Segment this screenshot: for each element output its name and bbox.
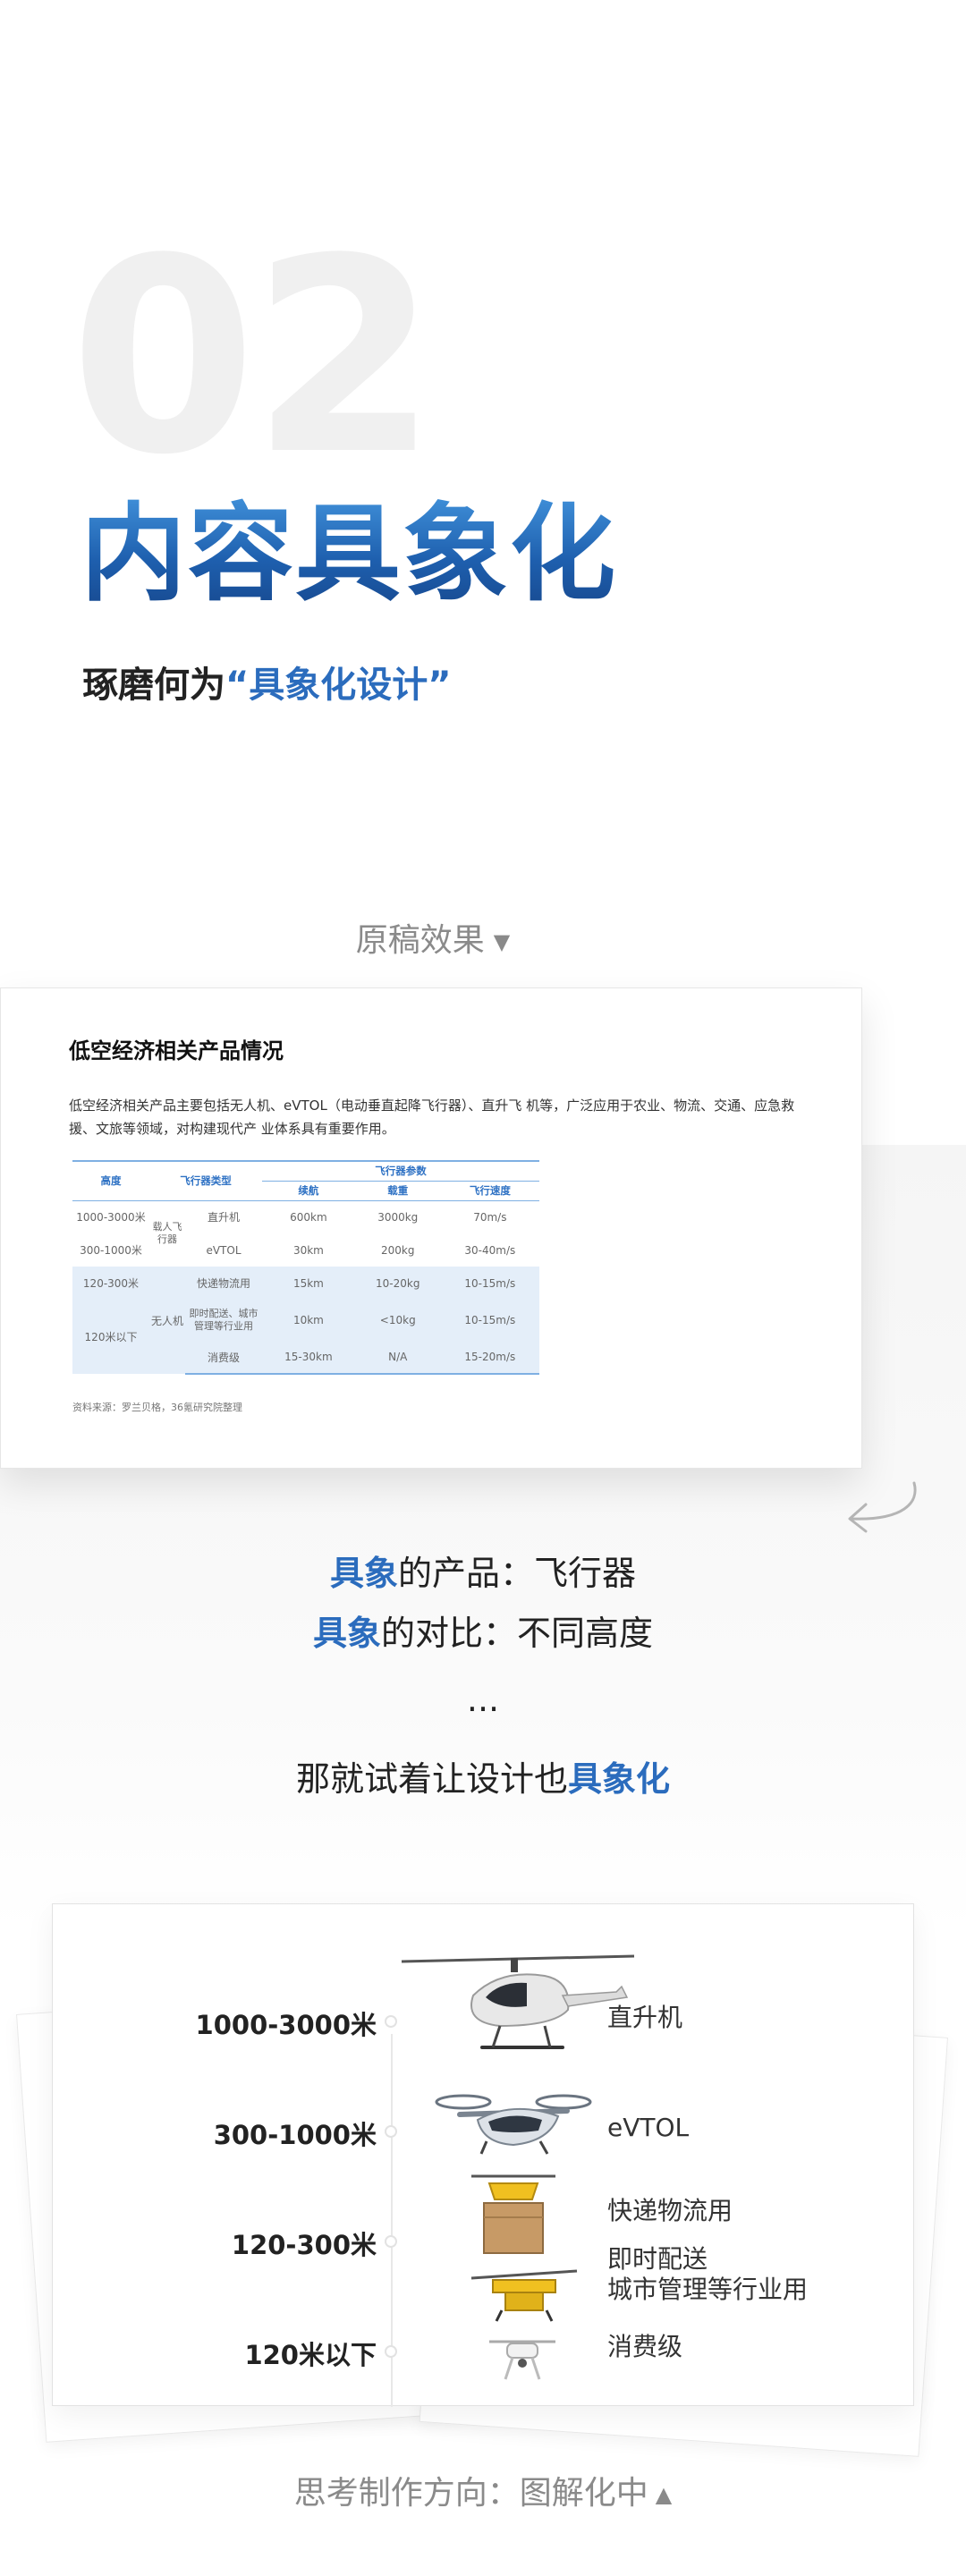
table-row: 300-1000米 eVTOL 30km 200kg 30-40m/s [80,1243,516,1258]
th-speed: 飞行速度 [440,1181,539,1201]
triangle-up-icon: ▲ [655,2482,673,2507]
logistics-drone-icon [471,2174,555,2254]
table-row: 1000-3000米 载人飞行器 直升机 600km 3000kg 70m/s [72,1200,539,1246]
category-delivery: 即时配送 城市管理等行业用 [607,2244,809,2304]
table-row: 120米以下 即时配送、城市管理等行业用 10km <10kg 10-15m/s [72,1300,539,1374]
triangle-down-icon: ▼ [493,929,511,954]
axis-dot [385,2345,397,2358]
middle-line-3: 那就试着让设计也具象化 [295,1759,671,1799]
axis-dot [385,2235,397,2248]
middle-line-1: 具象的产品：飞行器 [329,1554,637,1593]
category-helicopter: 直升机 [607,2003,683,2032]
table-row: 120-300米 无人机 快递物流用 15km 10-20kg 10-15m/s [72,1267,539,1374]
axis-dot [385,2125,397,2138]
middle-line-2: 具象的对比：不同高度 [312,1614,654,1653]
subtitle: 琢磨何为“具象化设计” [82,656,452,708]
consumer-drone-icon [489,2340,555,2380]
category-evtol: eVTOL [607,2113,690,2142]
altitude-label: 120米以下 [244,2340,377,2370]
helicopter-icon [401,1954,635,2049]
card-description: 低空经济相关产品主要包括无人机、eVTOL（电动垂直起降飞行器）、直升飞 机等，… [69,1097,795,1137]
curl-arrow-icon [848,1481,917,1533]
footer-label-text: 思考制作方向：图解化中 [293,2475,648,2512]
subtitle-highlight: “具象化设计” [225,665,452,706]
altitude-label: 1000-3000米 [195,2010,377,2040]
th-range: 续航 [262,1181,355,1201]
middle-dots: ... [466,1680,500,1719]
subtitle-prefix: 琢磨何为 [82,665,225,706]
th-type: 飞行器类型 [149,1161,262,1201]
original-label-text: 原稿效果 [355,922,485,959]
altitude-diagram: 1000-3000米 300-1000米 120-300米 120米以下 直升机… [52,1903,914,2407]
category-consumer: 消费级 [607,2332,683,2361]
original-label: 原稿效果 ▼ [0,914,866,961]
th-load: 载重 [354,1181,441,1201]
group-manned: 载人飞行器 [152,1221,182,1246]
product-table: 高度 飞行器类型 飞行器参数 续航 载重 飞行速度 1000-3000米 载人飞… [72,1160,539,1375]
th-params: 飞行器参数 [262,1161,539,1182]
group-unmanned: 无人机 [149,1267,185,1374]
category-logistics: 快递物流用 [607,2196,733,2225]
card-source: 资料来源：罗兰贝格，36氪研究院整理 [72,1402,242,1413]
evtol-icon [435,2094,592,2155]
delivery-drone-icon [470,2269,578,2322]
page-title: 内容具象化 [80,492,618,615]
original-card: 低空经济相关产品情况 低空经济相关产品主要包括无人机、eVTOL（电动垂直起降飞… [0,987,862,1469]
altitude-label: 120-300米 [231,2230,377,2260]
altitude-label: 300-1000米 [213,2120,377,2150]
card-title: 低空经济相关产品情况 [69,1038,284,1063]
footer-label: 思考制作方向：图解化中 ▲ [0,2467,966,2513]
section-number: 02 [70,201,437,513]
th-height: 高度 [72,1161,149,1201]
